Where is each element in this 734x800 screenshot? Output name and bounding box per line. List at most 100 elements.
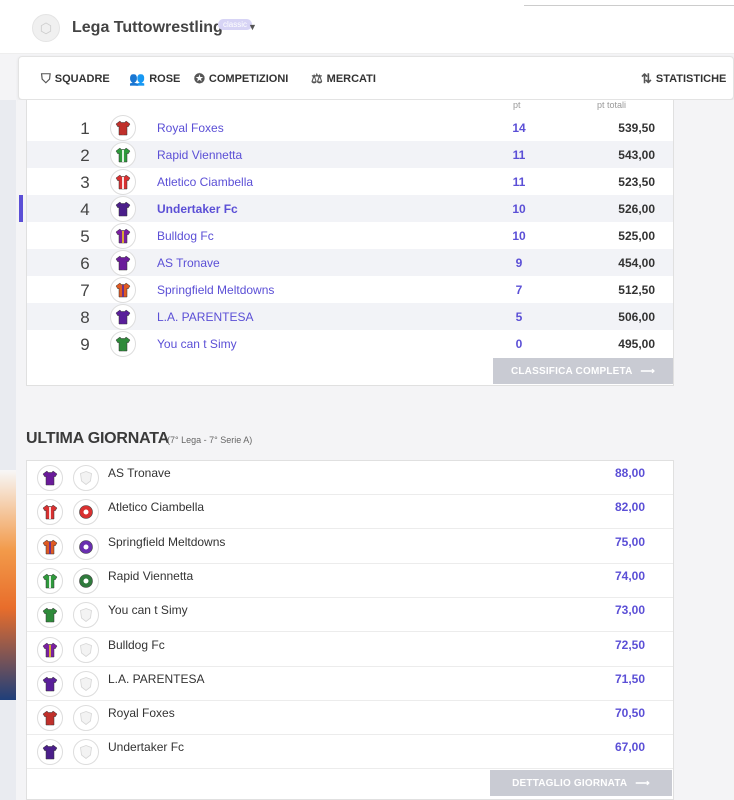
long-arrow-right-icon: ⟶ xyxy=(640,365,656,377)
team-name[interactable]: You can t Simy xyxy=(108,603,188,617)
team-crest xyxy=(73,705,99,732)
jersey-icon xyxy=(115,147,131,163)
list-item[interactable]: Rapid Viennetta 74,00 xyxy=(27,564,673,598)
team-jersey xyxy=(110,169,136,195)
team-crest xyxy=(73,670,99,697)
list-item[interactable]: L.A. PARENTESA 71,50 xyxy=(27,667,673,701)
team-name-link[interactable]: Undertaker Fc xyxy=(157,202,238,216)
round-score: 74,00 xyxy=(614,568,645,583)
team-name-link[interactable]: You can t Simy xyxy=(157,337,237,351)
team-points: 11 xyxy=(512,175,526,189)
team-name[interactable]: Bulldog Fc xyxy=(108,638,165,652)
nav-statistiche[interactable]: ⇅ STATISTICHE xyxy=(641,71,726,87)
jersey-icon xyxy=(42,676,58,692)
classifica-completa-label: CLASSIFICA COMPLETA xyxy=(510,365,633,377)
table-row[interactable]: 3 Atletico Ciambella 11 523,50 xyxy=(27,168,673,195)
table-row[interactable]: 1 Royal Foxes 14 539,50 xyxy=(27,114,673,141)
team-name-link[interactable]: Atletico Ciambella xyxy=(157,175,253,189)
team-name[interactable]: Undertaker Fc xyxy=(108,740,184,754)
top-bar: ⬡ Lega Tuttowrestling classic ▼ xyxy=(0,0,734,54)
table-row[interactable]: 7 Springfield Meltdowns 7 512,50 xyxy=(27,276,673,303)
jersey-icon xyxy=(42,607,58,623)
chevron-down-icon[interactable]: ▼ xyxy=(248,22,257,32)
team-crest xyxy=(73,602,99,629)
table-row[interactable]: 2 Rapid Viennetta 11 543,00 xyxy=(27,141,673,168)
section-title: ULTIMA GIORNATA xyxy=(26,430,170,447)
round-score: 82,00 xyxy=(614,500,645,515)
team-total-points: 525,00 xyxy=(618,229,655,243)
round-score: 72,50 xyxy=(614,637,645,652)
standings-card: pt pt totali 1 Royal Foxes 14 539,50 2 Rapid … xyxy=(19,100,674,386)
list-item[interactable]: Bulldog Fc 72,50 xyxy=(27,633,673,667)
team-points: 11 xyxy=(512,148,526,162)
users-icon: 👥 xyxy=(129,71,146,86)
jersey-icon xyxy=(115,282,131,298)
team-name[interactable]: Springfield Meltdowns xyxy=(108,535,225,549)
round-score: 88,00 xyxy=(614,466,645,480)
rank: 5 xyxy=(80,227,90,246)
nav-mercati-label: MERCATI xyxy=(326,73,376,85)
jersey-icon xyxy=(42,745,58,760)
placeholder-crest-icon xyxy=(80,608,92,623)
list-item[interactable]: You can t Simy 73,00 xyxy=(27,598,673,633)
jersey-icon xyxy=(115,174,131,190)
market-icon: ⚖ xyxy=(311,71,323,86)
team-name-link[interactable]: Royal Foxes xyxy=(157,121,224,135)
team-name-link[interactable]: AS Tronave xyxy=(157,256,220,270)
team-total-points: 543,00 xyxy=(618,148,655,162)
round-score: 73,00 xyxy=(614,603,645,618)
league-logo-icon[interactable]: ⬡ xyxy=(32,14,60,42)
sidebar-background xyxy=(0,100,16,800)
team-name[interactable]: L.A. PARENTESA xyxy=(108,672,204,686)
trophy-icon: ✪ xyxy=(194,71,205,86)
nav-squadre[interactable]: ⛉ SQUADRE xyxy=(41,71,110,87)
team-name-link[interactable]: Rapid Viennetta xyxy=(157,148,242,162)
jersey-icon xyxy=(115,228,131,244)
list-item[interactable]: AS Tronave 88,00 xyxy=(27,461,673,495)
divider xyxy=(524,5,734,6)
nav-rose[interactable]: 👥 ROSE xyxy=(129,71,180,87)
team-name[interactable]: Atletico Ciambella xyxy=(108,500,204,514)
table-row[interactable]: 6 AS Tronave 9 454,00 xyxy=(27,249,673,276)
team-name-link[interactable]: Springfield Meltdowns xyxy=(157,283,274,297)
jersey-icon xyxy=(115,309,131,325)
team-jersey xyxy=(110,331,136,357)
nav-mercati[interactable]: ⚖ MERCATI xyxy=(311,71,376,87)
col-header-pt-totali: pt totali xyxy=(597,100,627,110)
team-jersey xyxy=(37,567,63,594)
team-points: 5 xyxy=(515,310,523,324)
table-row[interactable]: 5 Bulldog Fc 10 525,00 xyxy=(27,222,673,249)
team-jersey xyxy=(37,465,63,491)
table-row[interactable]: 4 Undertaker Fc 10 526,00 xyxy=(19,195,673,222)
round-score: 71,50 xyxy=(614,671,645,686)
dettaglio-giornata-button[interactable]: DETTAGLIO GIORNATA ⟶ xyxy=(490,770,672,796)
list-item[interactable]: Undertaker Fc 67,00 xyxy=(27,735,673,770)
team-name[interactable]: AS Tronave xyxy=(108,466,171,480)
jersey-icon xyxy=(115,255,131,271)
team-jersey xyxy=(37,705,63,732)
list-item[interactable]: Atletico Ciambella 82,00 xyxy=(27,495,673,530)
team-total-points: 512,50 xyxy=(618,283,655,297)
classifica-completa-button[interactable]: CLASSIFICA COMPLETA ⟶ xyxy=(493,358,673,384)
placeholder-crest-icon xyxy=(80,471,92,486)
team-name-link[interactable]: Bulldog Fc xyxy=(157,229,214,243)
team-jersey xyxy=(110,196,136,222)
league-title[interactable]: Lega Tuttowrestling xyxy=(72,19,223,37)
round-score: 67,00 xyxy=(614,740,645,755)
team-jersey xyxy=(37,636,63,663)
sort-icon: ⇅ xyxy=(641,71,652,86)
team-name-link[interactable]: L.A. PARENTESA xyxy=(157,310,253,324)
team-name[interactable]: Rapid Viennetta xyxy=(108,569,193,583)
team-name[interactable]: Royal Foxes xyxy=(108,706,175,720)
table-row[interactable]: 8 L.A. PARENTESA 5 506,00 xyxy=(27,303,673,330)
team-jersey xyxy=(110,250,136,276)
table-row[interactable]: 9 You can t Simy 0 495,00 xyxy=(27,330,673,357)
nav-statistiche-label: STATISTICHE xyxy=(655,73,727,85)
team-total-points: 495,00 xyxy=(618,337,655,351)
nav-competizioni[interactable]: ✪ COMPETIZIONI xyxy=(194,71,288,87)
list-item[interactable]: Springfield Meltdowns 75,00 xyxy=(27,530,673,564)
list-item[interactable]: Royal Foxes 70,50 xyxy=(27,701,673,736)
team-jersey xyxy=(110,223,136,249)
rank: 1 xyxy=(80,119,90,138)
nav-competizioni-label: COMPETIZIONI xyxy=(208,73,289,85)
